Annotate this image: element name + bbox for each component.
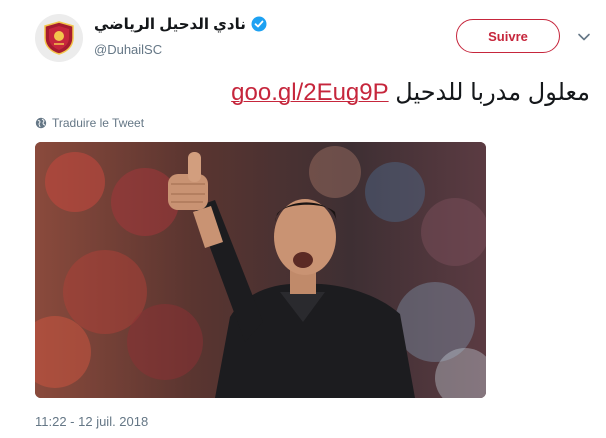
user-handle[interactable]: @DuhailSC (94, 42, 162, 57)
translate-tweet[interactable]: Traduire le Tweet (35, 116, 144, 130)
globe-icon (35, 117, 47, 129)
chevron-down-icon[interactable] (577, 30, 591, 44)
tweet-link[interactable]: goo.gl/2Eug9P (231, 79, 388, 106)
tweet-header: نادي الدحيل الرياضي @DuhailSC Suivre (0, 0, 606, 74)
tweet-text: معلول مدربا للدحيل goo.gl/2Eug9P (231, 78, 590, 108)
tweet-body: معلول مدربا للدحيل (395, 79, 590, 106)
verified-badge-icon (251, 16, 267, 32)
club-crest-logo-icon (44, 21, 74, 55)
photo-coach-thumbs-up (35, 142, 486, 398)
tweet-photo[interactable] (35, 142, 486, 398)
avatar[interactable] (35, 14, 83, 62)
follow-button[interactable]: Suivre (456, 19, 560, 53)
tweet-timestamp[interactable]: 11:22 - 12 juil. 2018 (35, 414, 148, 429)
name-row: نادي الدحيل الرياضي (94, 15, 267, 33)
display-name[interactable]: نادي الدحيل الرياضي (94, 15, 246, 33)
translate-label: Traduire le Tweet (52, 116, 145, 130)
